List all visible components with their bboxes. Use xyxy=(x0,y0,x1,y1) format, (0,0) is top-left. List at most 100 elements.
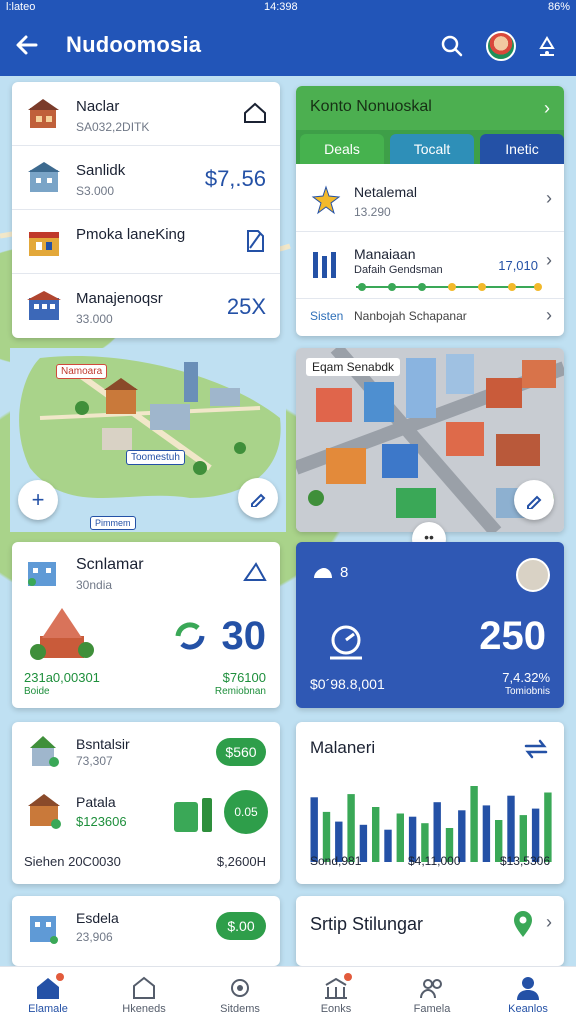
nav-item-systems[interactable]: Sitdems xyxy=(192,967,288,1024)
chart-bar xyxy=(544,792,552,862)
stat-value: 250 xyxy=(479,614,546,658)
item-sub: $123606 xyxy=(76,814,127,829)
stat-card[interactable]: Scnlamar 30ndia 30 231a0,00301 Boide $76… xyxy=(12,542,280,708)
bar-chart-card[interactable]: Malaneri Sond,981 $4,11,000 $13,5306 xyxy=(296,722,564,884)
account-card-title: Konto Nonuoskal xyxy=(310,98,432,115)
stat-detail-label: Boide xyxy=(24,686,50,697)
list-item[interactable]: Manajenoqsr 33.000 25X xyxy=(12,274,280,338)
stat-name: Scnlamar xyxy=(76,556,144,573)
recycle-bin-icon xyxy=(174,798,212,832)
stat-detail: $0´98.8,001 xyxy=(310,676,385,692)
notification-dot xyxy=(344,973,352,981)
chart-bar xyxy=(470,786,478,862)
edit-button[interactable] xyxy=(514,480,554,520)
list-item[interactable]: Netalemal 13.290 › xyxy=(296,168,564,232)
percent-badge[interactable]: 0.05 xyxy=(224,790,268,834)
house-icon xyxy=(28,794,61,829)
chart-bar xyxy=(310,797,318,862)
home-outline-icon[interactable] xyxy=(242,100,268,126)
chart-bar xyxy=(347,794,355,862)
chart-bar xyxy=(372,807,380,862)
house-outline-icon xyxy=(133,976,155,999)
stat-detail: 7,4.32% xyxy=(502,670,550,685)
map-pin-label[interactable]: Namoara xyxy=(56,364,108,379)
property-list-card: Naclar SA032,2DITK Sanlidk S3.000 $7,.56… xyxy=(12,82,280,338)
list-item[interactable]: Pmoka laneKing xyxy=(12,210,280,274)
gauge-icon xyxy=(330,625,362,660)
document-icon[interactable] xyxy=(242,228,268,254)
building-icon xyxy=(30,916,58,944)
nav-label: Hkeneds xyxy=(122,1003,166,1015)
columns-icon xyxy=(313,252,336,278)
nav-item-family[interactable]: Famela xyxy=(384,967,480,1024)
finance-card[interactable]: Bsntalsir 73,307 $560 Patala $123606 0.0… xyxy=(12,722,280,884)
account-card: Konto Nonuoskal › Deals Tocalt Inetic Ne… xyxy=(296,86,564,336)
nav-item-banks[interactable]: Eonks xyxy=(288,967,384,1024)
house-icon xyxy=(28,99,59,128)
stat-card-highlight[interactable]: 8 250 $0´98.8,001 7,4.32% Tomiobnis xyxy=(296,542,564,708)
apartment-icon xyxy=(27,291,61,320)
search-icon[interactable] xyxy=(440,34,464,58)
list-item[interactable]: Manaiaan Dafaih Gendsman 17,010 › xyxy=(296,232,564,298)
list-item[interactable]: Sanlidk S3.000 $7,.56 xyxy=(12,146,280,210)
chart-bar xyxy=(507,795,515,862)
tab-tocalt[interactable]: Tocalt xyxy=(390,134,474,164)
home-outline-icon[interactable] xyxy=(242,560,268,586)
back-arrow-icon[interactable] xyxy=(12,30,42,60)
nav-item-listings[interactable]: Hkeneds xyxy=(96,967,192,1024)
notification-dot xyxy=(56,973,64,981)
nav-label: Keanlos xyxy=(508,1003,548,1015)
stat-name: 8 xyxy=(340,564,349,581)
nav-label: Famela xyxy=(413,1003,451,1015)
city-label: Eqam Senabdk xyxy=(306,358,401,376)
recycle-icon xyxy=(175,622,205,650)
account-card-header[interactable]: Konto Nonuoskal › xyxy=(296,86,564,130)
map-pin-label[interactable]: Toomestuh xyxy=(126,450,185,465)
status-icons: 86% xyxy=(548,1,570,13)
finance-card[interactable]: Esdela 23,906 $.00 xyxy=(12,896,280,966)
list-item-value: $7,.56 xyxy=(204,166,266,191)
tab-inetic[interactable]: Inetic xyxy=(480,134,564,164)
map-view[interactable]: Namoara Toomestuh Pimmem + xyxy=(10,348,286,532)
account-card-footer[interactable]: Sisten Nanbojah Schapanar › xyxy=(296,298,564,336)
shop-icon xyxy=(29,232,59,256)
status-bar: l:lateo 14:398 86% xyxy=(0,0,576,14)
locate-button[interactable] xyxy=(238,478,278,518)
item-name: Bsntalsir xyxy=(76,736,130,752)
temple-icon xyxy=(30,608,94,660)
footer-label: Sisten xyxy=(310,309,344,323)
tab-deals[interactable]: Deals xyxy=(300,134,384,164)
stat-detail-label: Tomiobnis xyxy=(504,686,550,697)
list-item[interactable]: Naclar SA032,2DITK xyxy=(12,82,280,146)
list-item-value: 17,010 xyxy=(498,258,538,273)
list-item-name: Sanlidk xyxy=(76,162,126,179)
user-avatar[interactable] xyxy=(486,31,516,61)
list-item-name: Pmoka laneKing xyxy=(76,226,186,243)
price-badge[interactable]: $560 xyxy=(216,738,266,766)
swap-icon[interactable] xyxy=(522,738,550,760)
list-item-sub: Dafaih Gendsman xyxy=(354,264,443,276)
carrier-text: l:lateo xyxy=(6,1,36,13)
star-icon xyxy=(311,185,341,215)
card-footer-value: $,2600H xyxy=(216,854,266,869)
thumbnail-image[interactable] xyxy=(516,558,550,592)
item-sub: 73,307 xyxy=(76,754,113,768)
city-map-card[interactable]: Eqam Senabdk xyxy=(296,348,564,532)
map-pin-label[interactable]: Pimmem xyxy=(90,516,136,530)
house-icon xyxy=(30,736,59,767)
list-item-name: Netalemal xyxy=(354,184,418,200)
people-icon xyxy=(420,979,442,999)
item-name: Esdela xyxy=(76,910,119,926)
zoom-in-button[interactable]: + xyxy=(18,480,58,520)
chart-footer-value: $4,11,000 xyxy=(408,854,461,868)
nav-item-home[interactable]: Elamale xyxy=(0,967,96,1024)
price-badge[interactable]: $.00 xyxy=(216,912,266,940)
list-item-name: Naclar xyxy=(76,98,120,115)
list-item-name: Manaiaan xyxy=(354,246,416,262)
bar-chart xyxy=(310,786,552,862)
nav-item-profile[interactable]: Keanlos xyxy=(480,967,576,1024)
location-card[interactable]: Srtip Stilungar › xyxy=(296,896,564,966)
building-icon xyxy=(28,562,56,586)
notification-icon[interactable] xyxy=(534,34,560,60)
chevron-right-icon: › xyxy=(546,912,552,932)
